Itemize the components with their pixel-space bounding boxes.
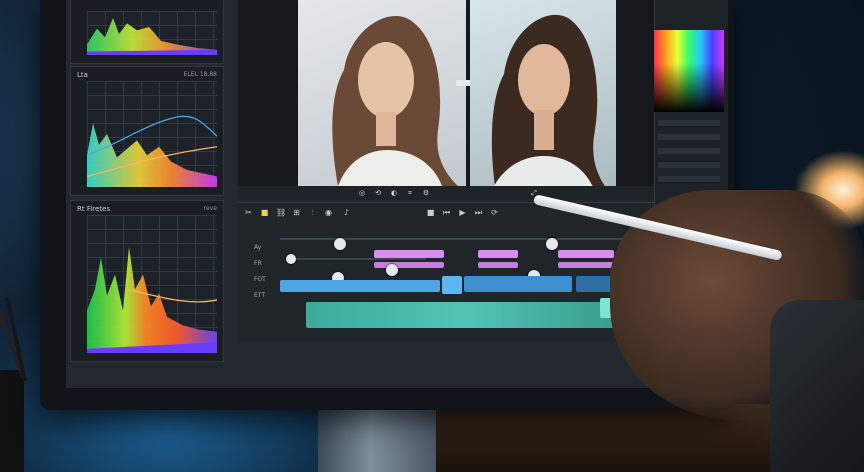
scope-panel-3: Rt Firetes reve xyxy=(70,200,224,362)
scope-grid xyxy=(87,11,217,55)
viewer-toolbar: ◎ ⟲ ◐ ⌗ ⚙ ⤢ xyxy=(238,186,656,200)
sleeve xyxy=(770,300,864,472)
pen-cup xyxy=(0,370,24,472)
record-icon[interactable]: ◉ xyxy=(324,208,333,217)
clip-blue[interactable] xyxy=(280,280,440,292)
histogram-1 xyxy=(87,18,217,55)
color-picker[interactable] xyxy=(654,30,724,112)
scope-panel-2: Lta ELEL 18.88 xyxy=(70,66,224,196)
keyframe-knob[interactable] xyxy=(546,238,558,250)
after-photo xyxy=(470,0,616,194)
play-icon[interactable]: ▶ xyxy=(458,208,467,217)
crop-icon[interactable]: ⌗ xyxy=(406,189,414,197)
snap-icon[interactable]: ⊞ xyxy=(292,208,301,217)
audio-icon[interactable]: ♪ xyxy=(342,208,351,217)
compare-icon[interactable]: ◐ xyxy=(390,189,398,197)
control-row[interactable] xyxy=(658,134,720,140)
clip-pink[interactable] xyxy=(374,250,444,258)
clip-blue[interactable] xyxy=(464,276,572,292)
settings-icon[interactable]: ⚙ xyxy=(422,189,430,197)
image-viewer[interactable] xyxy=(238,0,656,194)
timeline-lane xyxy=(296,258,426,260)
histogram-3 xyxy=(87,246,217,353)
marker-icon[interactable]: ■ xyxy=(260,208,269,217)
before-photo xyxy=(298,0,466,186)
clip-pink[interactable] xyxy=(478,250,518,258)
split-icon[interactable]: ⫶ xyxy=(308,208,317,217)
scope-panel-1 xyxy=(70,0,224,64)
track-label: FOT xyxy=(254,276,266,283)
keyframe-knob[interactable] xyxy=(386,264,398,276)
scope-title: Lta xyxy=(77,71,88,79)
control-row[interactable] xyxy=(658,176,720,182)
keyframe-knob[interactable] xyxy=(286,254,296,264)
control-row[interactable] xyxy=(658,148,720,154)
zoom-icon[interactable]: ◎ xyxy=(358,189,366,197)
track-label: FR xyxy=(254,260,262,267)
scope-value: reve xyxy=(203,205,217,212)
link-icon[interactable]: ⛓ xyxy=(276,208,286,217)
portrait-after xyxy=(490,14,610,194)
loop-icon[interactable]: ⟳ xyxy=(490,208,499,217)
scope-grid xyxy=(87,81,217,187)
control-row[interactable] xyxy=(658,162,720,168)
stop-icon[interactable]: ■ xyxy=(426,208,435,217)
clip-pink[interactable] xyxy=(374,262,444,268)
next-icon[interactable]: ⏭ xyxy=(474,208,483,217)
clip-teal[interactable] xyxy=(306,302,626,328)
scope-grid xyxy=(87,215,217,353)
control-row[interactable] xyxy=(658,120,720,126)
rotate-icon[interactable]: ⟲ xyxy=(374,189,382,197)
keyframe-knob[interactable] xyxy=(334,238,346,250)
portrait-before xyxy=(332,15,458,186)
clip-pink[interactable] xyxy=(558,262,614,268)
clip-pink[interactable] xyxy=(478,262,518,268)
track-label: Ay xyxy=(254,244,262,251)
clip-blue[interactable] xyxy=(442,276,462,294)
track-label: ETT xyxy=(254,292,266,299)
scope-title: Rt Firetes xyxy=(77,205,111,213)
histogram-2 xyxy=(87,115,217,187)
prev-icon[interactable]: ⏮ xyxy=(442,208,451,217)
scope-value: ELEL 18.88 xyxy=(183,71,217,78)
cut-icon[interactable]: ✂ xyxy=(244,208,253,217)
clip-pink[interactable] xyxy=(558,250,614,258)
